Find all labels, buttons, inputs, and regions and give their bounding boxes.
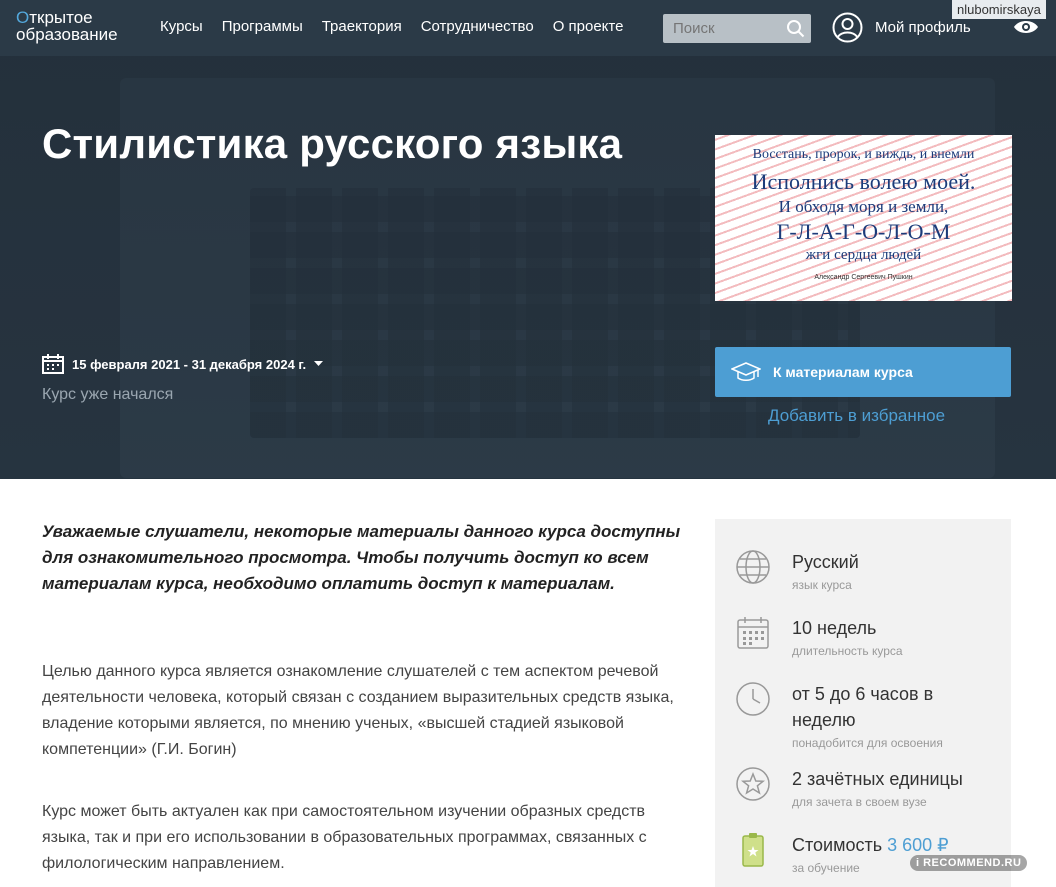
course-status: Курс уже начался: [42, 386, 174, 403]
cover-line: И обходя моря и земли,: [778, 197, 949, 216]
site-logo[interactable]: Открытое образование: [16, 9, 118, 43]
price-tag-icon: [742, 833, 764, 867]
course-dates[interactable]: 15 февраля 2021 - 31 декабря 2024 г.: [42, 354, 324, 374]
credits-label: для зачета в своем вузе: [792, 795, 927, 809]
search-box: [663, 14, 811, 43]
user-avatar-icon: [832, 12, 863, 43]
course-hero: Открытое образование Курсы Программы Тра…: [0, 0, 1056, 479]
course-title: Стилистика русского языка: [42, 120, 623, 167]
globe-icon: [736, 550, 770, 584]
info-language: Русский язык курса: [735, 549, 859, 593]
language-value: Русский: [792, 552, 859, 572]
cover-author: Александр Сергеевич Пушкин: [814, 274, 913, 281]
description-paragraph: Курс может быть актуален как при самосто…: [42, 803, 647, 872]
eye-icon[interactable]: [1013, 18, 1039, 36]
top-navbar: Открытое образование Курсы Программы Тра…: [0, 0, 1056, 56]
info-effort: от 5 до 6 часов в неделю понадобится для …: [735, 681, 982, 751]
cover-line: Г-Л-А-Г-О-Л-О-М: [776, 219, 951, 244]
effort-label: понадобится для освоения: [792, 736, 943, 750]
cover-line: жги сердца людей: [805, 247, 922, 263]
info-duration: 10 недель длительность курса: [735, 615, 903, 659]
dates-text: 15 февраля 2021 - 31 декабря 2024 г.: [72, 356, 307, 372]
graduation-cap-icon: [731, 362, 761, 381]
nav-cooperation[interactable]: Сотрудничество: [421, 18, 534, 35]
credits-value: 2 зачётных единицы: [792, 769, 963, 789]
search-input[interactable]: [663, 14, 783, 43]
description-paragraph: Целью данного курса является ознакомлени…: [42, 663, 674, 758]
access-notice: Уважаемые слушатели, некоторые материалы…: [42, 522, 681, 593]
price: 3 600 ₽: [887, 835, 949, 855]
nav-programs[interactable]: Программы: [222, 18, 303, 35]
language-label: язык курса: [792, 578, 852, 592]
clock-icon: [736, 682, 770, 716]
cover-line: Исполнись волею моей.: [751, 169, 976, 194]
profile-label: Мой профиль: [875, 19, 971, 36]
watermark: i RECOMMEND.RU: [910, 855, 1028, 871]
course-cover-image: Восстань, пророк, и виждь, и внемли Испо…: [715, 135, 1012, 301]
cover-line: Восстань, пророк, и виждь, и внемли: [752, 147, 975, 162]
course-info-sidebar: Русский язык курса 10 недель длительность …: [715, 519, 1011, 887]
nav-courses[interactable]: Курсы: [160, 18, 203, 35]
search-icon[interactable]: [786, 19, 805, 38]
duration-value: 10 недель: [792, 618, 877, 638]
main-nav: Курсы Программы Траектория Сотрудничеств…: [160, 18, 623, 35]
effort-value: от 5 до 6 часов в неделю: [792, 684, 934, 730]
add-to-favorites-link[interactable]: Добавить в избранное: [768, 406, 945, 426]
nav-about[interactable]: О проекте: [553, 18, 624, 35]
nav-trajectory[interactable]: Траектория: [322, 18, 402, 35]
calendar-icon: [42, 354, 64, 374]
materials-button-label: К материалам курса: [773, 364, 913, 380]
calendar-icon: [737, 617, 769, 649]
profile-link[interactable]: Мой профиль: [832, 12, 971, 43]
course-materials-button[interactable]: К материалам курса: [715, 347, 1011, 397]
star-icon: [736, 767, 770, 801]
duration-label: длительность курса: [792, 644, 903, 658]
chevron-down-icon: [314, 361, 324, 366]
info-credits: 2 зачётных единицы для зачета в своем вуз…: [735, 766, 963, 810]
username-badge: nlubomirskaya: [952, 0, 1046, 19]
